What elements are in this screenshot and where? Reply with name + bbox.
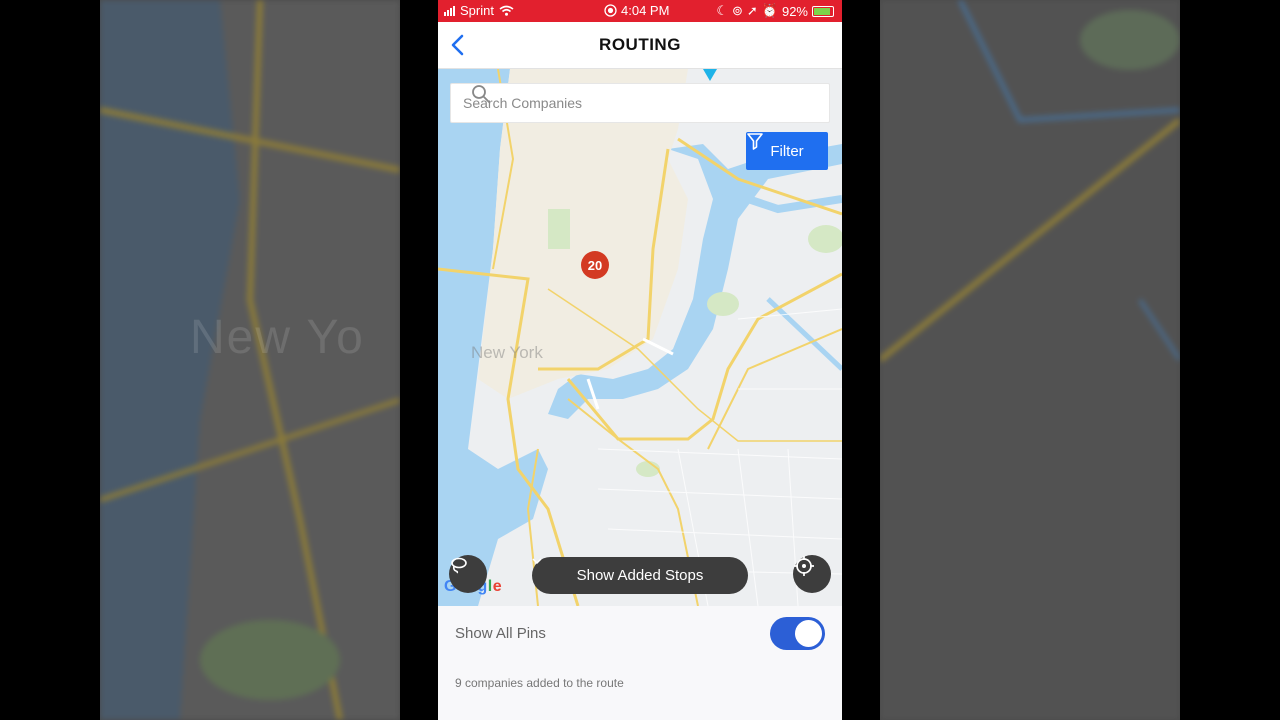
- background-left-panel: New Yo: [100, 0, 400, 720]
- map-city-label: New York: [471, 343, 543, 362]
- moon-icon: ☾: [716, 3, 728, 18]
- navigation-bar: ROUTING: [438, 22, 842, 69]
- carrier-label: Sprint: [460, 3, 494, 18]
- cell-signal-icon: [444, 5, 455, 16]
- orientation-lock-icon: ⊚: [731, 3, 743, 18]
- map-view[interactable]: New York Filter 20 Google Show Ad: [438, 69, 842, 606]
- wifi-icon: [499, 5, 514, 16]
- crosshair-icon: [794, 556, 814, 576]
- lasso-icon: [451, 557, 467, 574]
- search-input[interactable]: [461, 94, 775, 112]
- background-right-panel: [880, 0, 1180, 720]
- map-pin-marker[interactable]: [703, 69, 717, 81]
- show-added-stops-button[interactable]: Show Added Stops: [532, 557, 748, 594]
- filter-icon: [747, 133, 763, 150]
- show-all-pins-toggle[interactable]: [770, 617, 825, 650]
- show-added-stops-label: Show Added Stops: [576, 567, 704, 584]
- my-location-button[interactable]: [793, 555, 831, 593]
- map-cluster-marker[interactable]: 20: [581, 251, 609, 279]
- toggle-knob: [795, 620, 822, 647]
- battery-percent: 92%: [781, 3, 808, 19]
- battery-icon: [812, 5, 834, 17]
- page-title: ROUTING: [599, 35, 681, 54]
- bottom-panel: Show All Pins 9 companies added to the r…: [438, 606, 842, 720]
- route-count-note: 9 companies added to the route: [455, 676, 624, 690]
- phone-screen: Sprint 4:04 PM ☾ ⊚ ➚ ⏰ 92% ROUTING New Y…: [438, 0, 842, 720]
- alarm-icon: ⏰: [761, 3, 778, 18]
- filter-button[interactable]: Filter: [746, 132, 828, 170]
- screen-recording-icon: [604, 4, 617, 17]
- search-icon: [472, 85, 490, 103]
- background-ghost-text: New Yo: [190, 311, 365, 364]
- status-time: 4:04 PM: [621, 3, 670, 18]
- search-bar: [450, 83, 830, 123]
- location-arrow-icon: ➚: [746, 3, 758, 18]
- lasso-select-button[interactable]: [449, 555, 487, 593]
- chevron-down-icon: [532, 558, 542, 565]
- filter-button-label: Filter: [770, 142, 804, 160]
- status-bar: Sprint 4:04 PM ☾ ⊚ ➚ ⏰ 92%: [438, 0, 842, 22]
- show-all-pins-label: Show All Pins: [455, 625, 546, 642]
